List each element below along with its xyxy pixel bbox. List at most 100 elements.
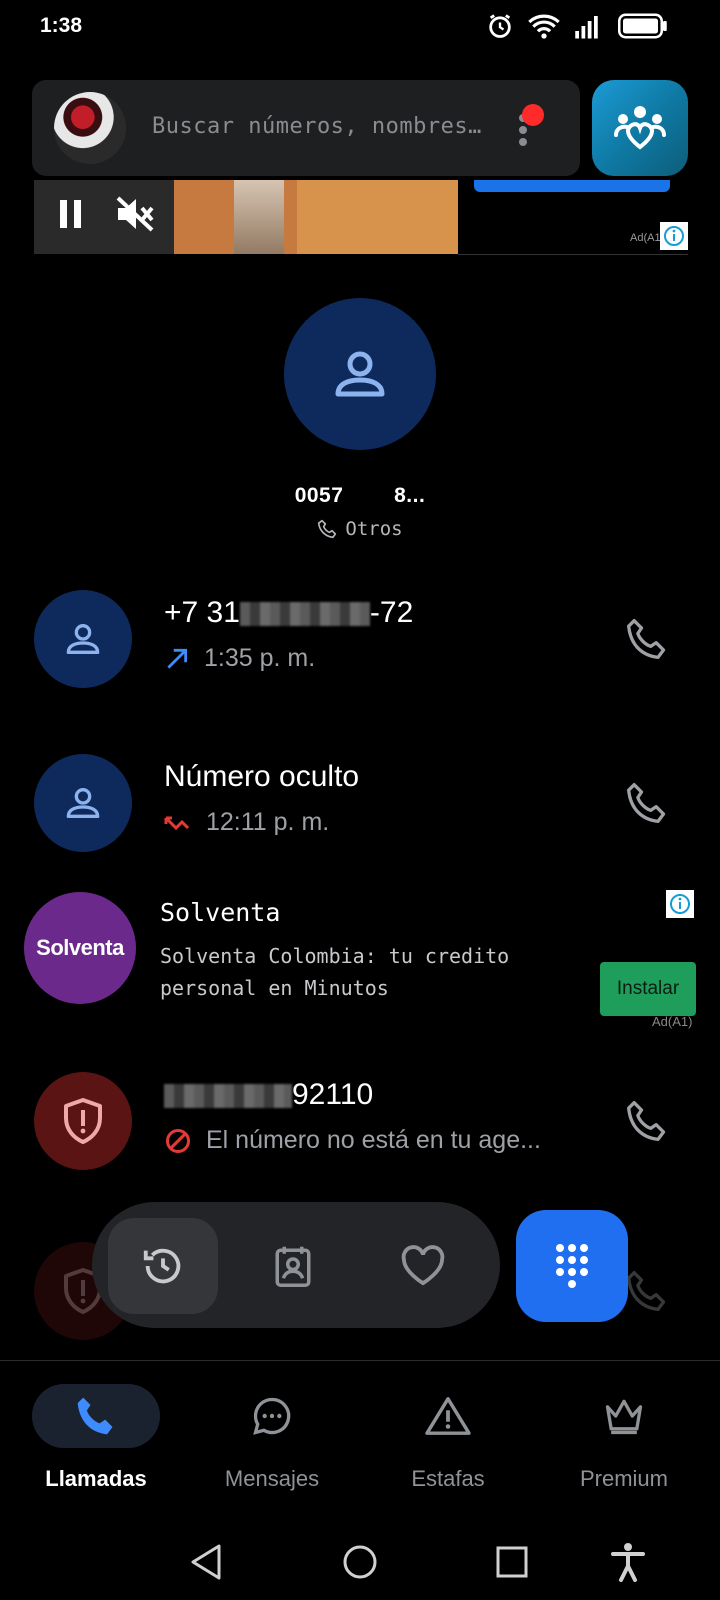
call-title-suffix: 92110 — [292, 1078, 374, 1111]
ad-logo[interactable]: Solventa — [24, 892, 136, 1004]
contact-avatar[interactable] — [284, 298, 436, 450]
nav-label: Llamadas — [45, 1466, 147, 1491]
nav-estafas[interactable]: Estafas — [360, 1384, 536, 1504]
nav-icon-pill[interactable] — [208, 1384, 336, 1448]
call-row[interactable]: +7 31 -72 1:35 p. m. — [0, 584, 720, 694]
system-recents-button[interactable] — [484, 1534, 540, 1590]
floating-toolbar — [92, 1202, 500, 1328]
call-time: 1:35 p. m. — [204, 644, 316, 672]
nav-mensajes[interactable]: Mensajes — [184, 1384, 360, 1504]
shield-alert-icon — [64, 1098, 102, 1144]
native-ad[interactable]: Solventa Solventa Solventa Colombia: tu … — [0, 884, 720, 1029]
contacts-tab[interactable] — [238, 1218, 348, 1314]
call-subtitle: 12:11 p. m. — [164, 808, 329, 837]
phone-icon — [627, 1101, 666, 1141]
accessibility-icon — [611, 1543, 645, 1582]
wifi-icon — [528, 14, 560, 39]
nav-icon-pill[interactable] — [384, 1384, 512, 1448]
missed-call-icon — [164, 816, 190, 830]
divider — [0, 1360, 720, 1361]
nav-icon-pill[interactable] — [32, 1384, 160, 1448]
ad-description[interactable]: Solventa Colombia: tu credito personal e… — [160, 940, 570, 1004]
call-button[interactable] — [620, 1264, 674, 1318]
family-heart-icon — [614, 106, 666, 150]
recents-square-icon — [496, 1546, 528, 1578]
accessibility-button[interactable] — [600, 1534, 656, 1590]
call-avatar[interactable] — [34, 754, 132, 852]
nav-premium[interactable]: Premium — [536, 1384, 712, 1504]
call-subtitle: El número no está en tu age... — [164, 1126, 541, 1155]
contact-type: Otros — [0, 518, 720, 540]
family-protection-button[interactable] — [592, 80, 688, 176]
chat-bubble-icon — [253, 1397, 291, 1435]
call-title: +7 31 -72 — [164, 596, 413, 630]
alarm-icon — [489, 14, 511, 38]
ad-info-icon[interactable] — [666, 890, 694, 918]
battery-icon — [618, 13, 667, 39]
favorites-tab[interactable] — [368, 1218, 478, 1314]
call-button[interactable] — [620, 776, 674, 830]
dialpad-button[interactable] — [516, 1210, 628, 1322]
nav-llamadas[interactable]: Llamadas — [8, 1384, 184, 1504]
call-avatar[interactable] — [34, 590, 132, 688]
status-icons — [486, 12, 668, 40]
notification-dot — [522, 104, 544, 126]
ad-video[interactable] — [34, 180, 458, 254]
history-icon — [143, 1248, 181, 1284]
nav-label: Premium — [579, 1466, 668, 1491]
install-button[interactable]: Instalar — [600, 962, 696, 1016]
ad-info-icon[interactable] — [660, 222, 688, 250]
call-time: 12:11 p. m. — [206, 808, 330, 836]
ad-side-panel[interactable]: Ad(A1) — [458, 180, 688, 255]
mute-icon[interactable] — [114, 194, 156, 234]
crown-icon — [605, 1399, 643, 1435]
call-row[interactable]: Número oculto 12:11 p. m. — [0, 748, 720, 858]
nav-label: Estafas — [411, 1466, 485, 1491]
outgoing-call-icon — [167, 648, 188, 669]
call-button[interactable] — [620, 612, 674, 666]
system-back-button[interactable] — [178, 1534, 234, 1590]
call-title-suffix: -72 — [369, 596, 414, 629]
contact-number: 0057 8... — [294, 484, 426, 507]
call-title: Número oculto — [164, 760, 360, 793]
contact-book-icon — [275, 1246, 311, 1287]
call-title: 92110 — [164, 1078, 373, 1112]
phone-icon — [627, 783, 666, 823]
back-triangle-icon — [191, 1544, 221, 1580]
call-status: El número no está en tu age... — [206, 1126, 541, 1154]
ad-banner[interactable]: Ad(A1) — [34, 180, 688, 255]
phone-icon — [627, 1271, 666, 1311]
ad-title[interactable]: Solventa — [160, 898, 280, 927]
person-icon — [335, 351, 385, 397]
call-button[interactable] — [620, 1094, 674, 1148]
call-avatar[interactable] — [34, 1072, 132, 1170]
ad-tag: Ad(A1) — [652, 1014, 693, 1029]
recents-tab[interactable] — [108, 1218, 218, 1314]
ad-cta-strip[interactable] — [474, 180, 670, 192]
nav-label: Mensajes — [224, 1466, 320, 1491]
person-icon — [66, 624, 100, 654]
contact-type-label: Otros — [345, 518, 403, 540]
pause-icon[interactable] — [56, 196, 88, 232]
call-subtitle: 1:35 p. m. — [164, 644, 315, 673]
redacted-digits — [164, 1084, 292, 1109]
system-home-button[interactable] — [332, 1534, 388, 1590]
call-row[interactable]: 92110 El número no está en tu age... — [0, 1066, 720, 1176]
heart-icon — [401, 1245, 445, 1286]
blocked-icon — [165, 1128, 191, 1153]
warning-icon — [425, 1397, 471, 1435]
status-time: 1:38 — [40, 14, 83, 37]
search-input[interactable]: Buscar números, nombres y ... — [152, 114, 492, 139]
nav-icon-pill[interactable] — [560, 1384, 688, 1448]
search-bar[interactable]: Buscar números, nombres y ... — [32, 80, 580, 176]
user-avatar[interactable] — [54, 92, 126, 164]
phone-icon — [77, 1397, 113, 1435]
redacted-digits — [239, 602, 370, 627]
ad-video-figure — [234, 180, 284, 254]
person-icon — [66, 788, 100, 818]
phone-icon — [627, 619, 666, 659]
dialpad-icon — [556, 1244, 588, 1288]
signal-icon — [575, 16, 598, 39]
home-circle-icon — [343, 1545, 377, 1579]
call-title-prefix: +7 31 — [164, 596, 240, 629]
